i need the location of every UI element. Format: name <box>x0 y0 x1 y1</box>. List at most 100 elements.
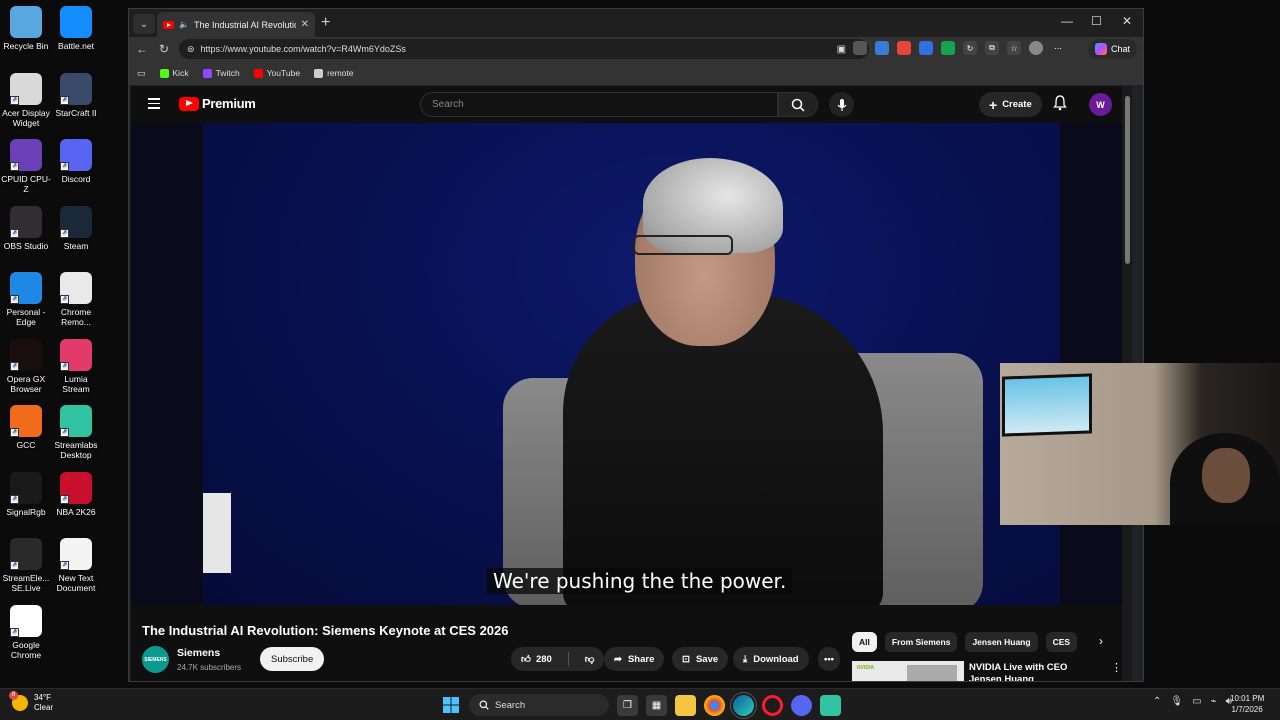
tab-actions-icon[interactable]: ⌄ <box>133 14 155 34</box>
edge-icon[interactable] <box>730 691 757 719</box>
dislike-button[interactable]: 👎︎ <box>575 647 605 671</box>
display-icon[interactable]: ▭ <box>1192 696 1201 707</box>
browser-toolbar: ← ↻ ⊜ https://www.youtube.com/watch?v=R4… <box>129 37 1143 61</box>
task-view-icon[interactable]: ❐ <box>617 694 638 716</box>
desktop-icon[interactable]: Recycle Bin <box>0 6 52 51</box>
minimize-button[interactable]: — <box>1061 14 1073 28</box>
filter-chip[interactable]: CES <box>1045 632 1078 652</box>
extensions-puzzle-icon[interactable]: ⧉ <box>985 41 999 55</box>
extension-icon[interactable] <box>941 41 955 55</box>
bookmark-folder-icon[interactable]: ▭ <box>137 68 146 79</box>
channel-name[interactable]: Siemens <box>177 647 220 659</box>
chevron-up-icon[interactable]: ⌃ <box>1153 696 1161 707</box>
scrollbar-thumb[interactable] <box>1125 96 1130 264</box>
chevron-right-icon[interactable]: › <box>1099 634 1103 648</box>
menu-icon[interactable] <box>148 98 160 112</box>
split-screen-icon[interactable]: ▣ <box>837 44 846 55</box>
desktop-icon[interactable]: ↗ StarCraft II <box>50 72 102 118</box>
like-button[interactable]: 👍︎ 280 <box>511 647 562 671</box>
subscribe-button[interactable]: Subscribe <box>260 647 325 671</box>
weather-widget[interactable]: 8 34°F Clear <box>9 691 53 713</box>
bookmark-item[interactable]: Twitch <box>202 68 240 78</box>
refresh-button[interactable]: ↻ <box>153 42 175 56</box>
site-info-icon[interactable]: ⊜ <box>187 44 195 55</box>
account-avatar[interactable]: W <box>1089 93 1112 116</box>
desktop-icon[interactable]: ↗ CPUID CPU-Z <box>0 139 52 194</box>
refresh-extension-icon[interactable]: ↻ <box>963 41 977 55</box>
discord-icon[interactable] <box>791 694 812 716</box>
channel-avatar[interactable]: SIEMENS <box>142 646 169 673</box>
more-options-icon[interactable]: ⋯ <box>1051 41 1065 55</box>
search-button[interactable] <box>778 92 818 117</box>
bookmark-item[interactable]: remote <box>314 68 354 78</box>
extension-icon[interactable] <box>919 41 933 55</box>
more-vert-icon[interactable]: ⋮ <box>1111 661 1122 674</box>
desktop-icon[interactable]: Battle.net <box>50 6 102 51</box>
opera-gx-icon[interactable] <box>762 694 783 716</box>
filter-chip[interactable]: All <box>852 632 877 652</box>
taskbar: 8 34°F Clear Search ❐ ▦ ⌃ 🎙︎ ▭ ⌁ 🔊︎ 10:0… <box>0 688 1280 720</box>
network-icon[interactable]: ⌁ <box>1211 696 1217 707</box>
back-button[interactable]: ← <box>131 42 153 56</box>
tab-title: The Industrial AI Revolution: S <box>193 19 296 30</box>
share-button[interactable]: ➦ Share <box>604 647 665 671</box>
new-tab-button[interactable]: + <box>321 14 330 32</box>
bookmark-item[interactable]: Kick <box>159 68 189 78</box>
search-input[interactable]: Search <box>420 92 778 117</box>
extension-icon[interactable] <box>897 41 911 55</box>
download-button[interactable]: ⤓ Download <box>733 647 809 671</box>
maximize-button[interactable]: ☐ <box>1091 14 1102 28</box>
youtube-premium-logo[interactable]: Premium <box>179 96 256 111</box>
desktop-icon[interactable]: ↗ Google Chrome <box>0 604 52 660</box>
clock[interactable]: 10:01 PM 1/7/2026 <box>1230 693 1264 715</box>
bookmark-item[interactable]: YouTube <box>253 68 300 78</box>
tab-youtube[interactable]: 🔈 The Industrial AI Revolution: S ✕ <box>157 12 315 37</box>
app-icon: ↗ <box>10 538 42 570</box>
desktop-icon[interactable]: ↗ Steam <box>50 205 102 251</box>
close-window-button[interactable]: ✕ <box>1122 14 1132 28</box>
more-actions-button[interactable]: ••• <box>818 647 840 671</box>
start-button[interactable] <box>440 695 461 716</box>
desktop-icon[interactable]: ↗ GCC <box>0 405 52 450</box>
desktop-icon[interactable]: ↗ OBS Studio <box>0 205 52 251</box>
app-icon: ↗ <box>60 471 92 504</box>
streamlabs-icon[interactable] <box>820 694 841 716</box>
extension-icon[interactable] <box>875 41 889 55</box>
voice-search-button[interactable] <box>829 92 854 117</box>
speaker-icon[interactable]: 🔈 <box>179 20 189 29</box>
desktop-icon[interactable]: ↗ NBA 2K26 <box>50 471 102 517</box>
app-icon: ↗ <box>10 205 42 238</box>
address-bar[interactable]: ⊜ https://www.youtube.com/watch?v=R4Wm6Y… <box>179 39 869 59</box>
chrome-icon[interactable] <box>704 694 725 716</box>
copilot-chat-button[interactable]: Chat <box>1087 39 1137 59</box>
chat-label: Chat <box>1110 44 1130 54</box>
notifications-bell-icon[interactable] <box>1053 95 1067 116</box>
taskbar-search[interactable]: Search <box>469 694 609 716</box>
desktop-icon[interactable]: ↗ Discord <box>50 139 102 184</box>
desktop-icon[interactable]: ↗ SignalRgb <box>0 471 52 517</box>
filter-chip[interactable]: From Siemens <box>884 632 958 652</box>
desktop-icon[interactable]: ↗ Lumia Stream <box>50 338 102 394</box>
desktop-icon[interactable]: ↗ New Text Document <box>50 538 102 593</box>
recommended-thumbnail[interactable]: NVIDIA <box>852 661 964 681</box>
app-icon <box>10 6 42 38</box>
recommended-title[interactable]: NVIDIA Live with CEO Jensen Huang <box>969 662 1097 681</box>
microphone-icon[interactable]: 🎙︎ <box>1170 696 1183 707</box>
profile-icon[interactable] <box>1029 41 1043 55</box>
filter-chip[interactable]: Jensen Huang <box>965 632 1038 652</box>
create-button[interactable]: + Create <box>979 92 1042 117</box>
desktop-icon[interactable]: ↗ Personal - Edge <box>0 272 52 327</box>
video-player[interactable]: We're pushing the the power. <box>131 123 1122 605</box>
desktop-icon[interactable]: ↗ Acer Display Widget <box>0 72 52 128</box>
favorites-icon[interactable]: ☆ <box>1007 41 1021 55</box>
desktop-icon[interactable]: ↗ Streamlabs Desktop <box>50 405 102 460</box>
desktop-icon[interactable]: ↗ Opera GX Browser <box>0 338 52 394</box>
save-button[interactable]: ⊡ Save <box>672 647 729 671</box>
desktop-icon[interactable]: ↗ StreamEle... SE.Live <box>0 538 52 593</box>
desktop-icon[interactable]: ↗ Chrome Remo... <box>50 272 102 327</box>
file-explorer-icon[interactable] <box>675 694 696 716</box>
widgets-icon[interactable]: ▦ <box>646 694 667 716</box>
extension-icon[interactable] <box>853 41 867 55</box>
video-frame[interactable]: We're pushing the the power. <box>203 123 1060 605</box>
close-tab-icon[interactable]: ✕ <box>301 19 309 30</box>
